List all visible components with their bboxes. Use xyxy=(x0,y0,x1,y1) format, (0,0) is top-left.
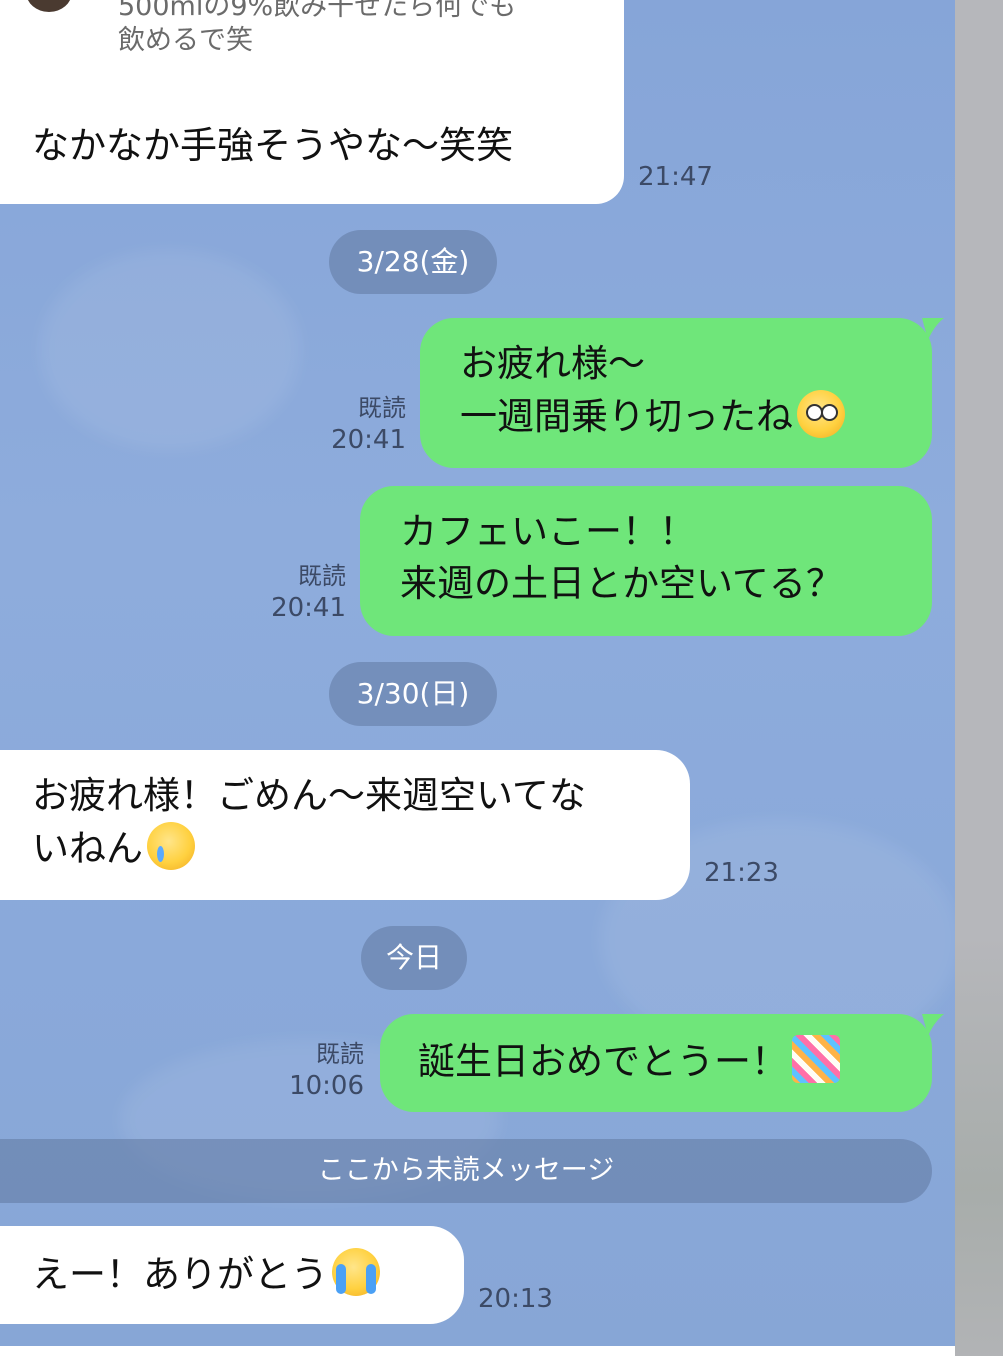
message-time: 20:41 xyxy=(331,425,406,455)
bottom-edge xyxy=(0,1346,955,1356)
message-time: 20:13 xyxy=(478,1284,553,1314)
background-cloud xyxy=(40,250,300,450)
bubble-tail xyxy=(922,1014,944,1036)
outgoing-message[interactable]: お疲れ様〜 一週間乗り切ったね xyxy=(420,318,932,468)
message-time: 20:41 xyxy=(271,593,346,623)
quoted-text: 500mlの9%飲み干せたら何でも 飲めるで笑 xyxy=(118,0,517,56)
read-label: 既読 xyxy=(358,394,406,422)
message-body: お疲れ様〜 一週間乗り切ったね xyxy=(460,342,793,438)
read-status: 既読 20:41 xyxy=(322,392,406,456)
loudly-crying-face-icon xyxy=(332,1248,380,1296)
read-label: 既読 xyxy=(316,1040,364,1068)
side-panel xyxy=(955,0,1003,1356)
message-time: 21:23 xyxy=(704,858,779,888)
incoming-message[interactable]: なかなか手強そうやな〜笑笑 xyxy=(0,96,624,204)
outgoing-message[interactable]: カフェいこー！！ 来週の土日とか空いてる？ xyxy=(360,486,932,636)
flushed-face-icon xyxy=(797,390,845,438)
chat-background: 500mlの9%飲み干せたら何でも 飲めるで笑 なかなか手強そうやな〜笑笑 21… xyxy=(0,0,955,1356)
message-text: えー！ありがとう xyxy=(32,1248,464,1301)
message-text: 誕生日おめでとうー！ xyxy=(418,1035,932,1088)
message-text: カフェいこー！！ 来週の土日とか空いてる？ xyxy=(400,510,843,605)
date-separator: 今日 xyxy=(361,926,467,990)
date-separator: 3/28(金) xyxy=(329,230,497,294)
message-body: お疲れ様！ごめん〜来週空いてな いねん xyxy=(32,774,586,870)
outgoing-message[interactable]: 誕生日おめでとうー！ xyxy=(380,1014,932,1112)
message-text: お疲れ様！ごめん〜来週空いてな いねん xyxy=(32,770,690,875)
read-status: 既読 20:41 xyxy=(262,560,346,624)
avatar xyxy=(26,0,72,12)
bubble-tail xyxy=(922,318,944,340)
message-time: 21:47 xyxy=(638,162,713,192)
incoming-message[interactable]: お疲れ様！ごめん〜来週空いてな いねん xyxy=(0,750,690,900)
side-panel-shade xyxy=(955,936,1003,1356)
message-time: 10:06 xyxy=(289,1071,364,1101)
read-label: 既読 xyxy=(298,562,346,590)
message-body: えー！ありがとう xyxy=(32,1253,328,1296)
read-status: 既読 10:06 xyxy=(280,1038,364,1102)
incoming-message[interactable]: えー！ありがとう xyxy=(0,1226,464,1324)
message-text: なかなか手強そうやな〜笑笑 xyxy=(32,124,513,167)
quoted-message[interactable]: 500mlの9%飲み干せたら何でも 飲めるで笑 xyxy=(0,0,624,97)
confetti-ball-icon xyxy=(792,1035,840,1083)
message-body: 誕生日おめでとうー！ xyxy=(418,1040,788,1083)
date-separator: 3/30(日) xyxy=(329,662,497,726)
message-text: お疲れ様〜 一週間乗り切ったね xyxy=(460,338,932,443)
crying-face-icon xyxy=(147,822,195,870)
unread-divider: ここから未読メッセージ xyxy=(0,1139,932,1203)
